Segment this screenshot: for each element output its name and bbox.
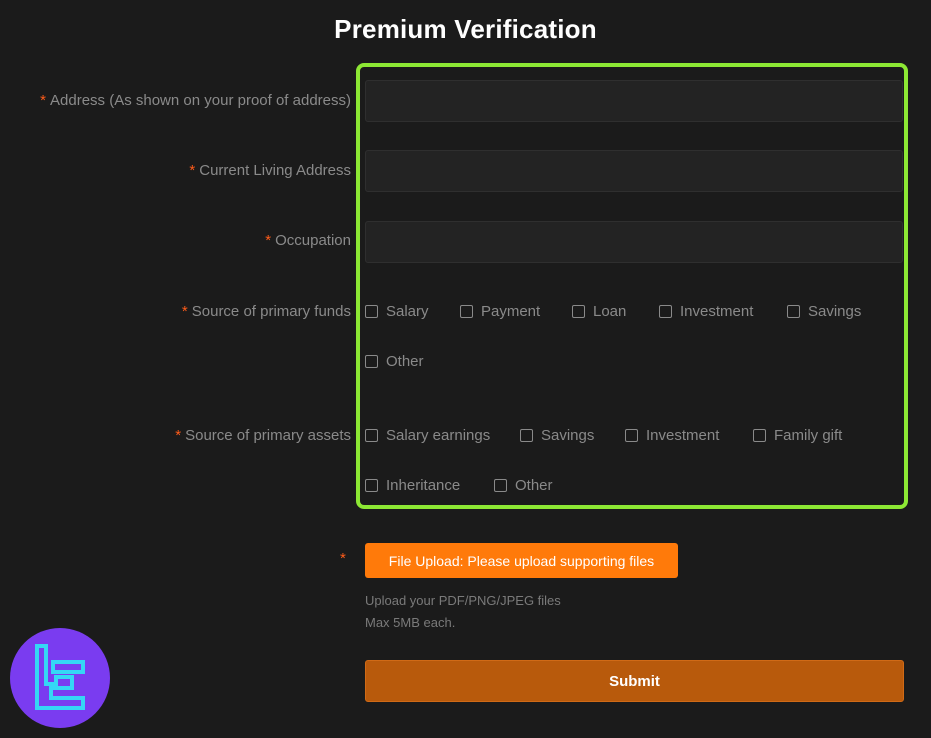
occupation-label-text: Occupation	[275, 232, 351, 249]
checkbox-box[interactable]	[494, 479, 507, 492]
file-upload-button[interactable]: File Upload: Please upload supporting fi…	[365, 543, 678, 578]
checkbox-box[interactable]	[520, 429, 533, 442]
assets-checkbox-salary-earnings[interactable]: Salary earnings	[365, 427, 490, 444]
required-marker: *	[265, 232, 272, 249]
checkbox-box[interactable]	[572, 305, 585, 318]
checkbox-label: Family gift	[774, 427, 843, 444]
tc-logo-glyph	[35, 644, 85, 710]
checkbox-label: Salary	[386, 303, 429, 320]
checkbox-label: Savings	[808, 303, 862, 320]
checkbox-label: Payment	[481, 303, 541, 320]
page-title: Premium Verification	[334, 14, 597, 44]
living-address-label-text: Current Living Address	[199, 162, 351, 179]
funds-checkbox-investment[interactable]: Investment	[659, 303, 753, 320]
required-marker: *	[181, 303, 188, 320]
checkbox-label: Investment	[680, 303, 754, 320]
checkbox-box[interactable]	[787, 305, 800, 318]
checkbox-box[interactable]	[625, 429, 638, 442]
submit-button[interactable]: Submit	[365, 660, 904, 702]
address-input[interactable]	[365, 80, 903, 122]
living-address-input[interactable]	[365, 150, 903, 192]
checkbox-box[interactable]	[753, 429, 766, 442]
primary-assets-label: * Source of primary assets	[175, 427, 351, 444]
funds-checkbox-other[interactable]: Other	[365, 353, 424, 370]
required-marker: *	[40, 92, 47, 109]
checkbox-label: Investment	[646, 427, 720, 444]
funds-checkbox-payment[interactable]: Payment	[460, 303, 540, 320]
checkbox-label: Inheritance	[386, 477, 461, 494]
tc-logo-icon	[10, 628, 110, 728]
upload-hint-size: Max 5MB each.	[365, 615, 456, 630]
address-label: * Address (As shown on your proof of addr…	[40, 92, 351, 109]
occupation-label: * Occupation	[265, 232, 351, 249]
assets-checkbox-inheritance[interactable]: Inheritance	[365, 477, 460, 494]
living-address-label: * Current Living Address	[189, 162, 351, 179]
upload-hint-formats: Upload your PDF/PNG/JPEG files	[365, 593, 561, 608]
checkbox-box[interactable]	[365, 429, 378, 442]
checkbox-label: Savings	[541, 427, 595, 444]
checkbox-box[interactable]	[365, 355, 378, 368]
checkbox-label: Other	[386, 353, 424, 370]
checkbox-label: Other	[515, 477, 553, 494]
primary-funds-label: * Source of primary funds	[182, 303, 351, 320]
upload-required-marker: *	[340, 550, 346, 567]
checkbox-label: Loan	[593, 303, 627, 320]
assets-checkbox-other[interactable]: Other	[494, 477, 553, 494]
required-marker: *	[175, 427, 182, 444]
checkbox-label: Salary earnings	[386, 427, 491, 444]
occupation-input[interactable]	[365, 221, 903, 263]
checkbox-box[interactable]	[460, 305, 473, 318]
primary-assets-label-text: Source of primary assets	[185, 427, 351, 444]
assets-checkbox-investment[interactable]: Investment	[625, 427, 719, 444]
funds-checkbox-savings[interactable]: Savings	[787, 303, 861, 320]
required-marker: *	[189, 162, 196, 179]
assets-checkbox-savings[interactable]: Savings	[520, 427, 594, 444]
checkbox-box[interactable]	[365, 305, 378, 318]
premium-verification-page: Premium Verification * Address (As shown …	[0, 0, 931, 738]
primary-funds-label-text: Source of primary funds	[191, 303, 351, 320]
checkbox-box[interactable]	[659, 305, 672, 318]
funds-checkbox-salary[interactable]: Salary	[365, 303, 429, 320]
checkbox-box[interactable]	[365, 479, 378, 492]
address-label-text: Address (As shown on your proof of addre…	[50, 92, 351, 109]
assets-checkbox-family-gift[interactable]: Family gift	[753, 427, 842, 444]
funds-checkbox-loan[interactable]: Loan	[572, 303, 626, 320]
